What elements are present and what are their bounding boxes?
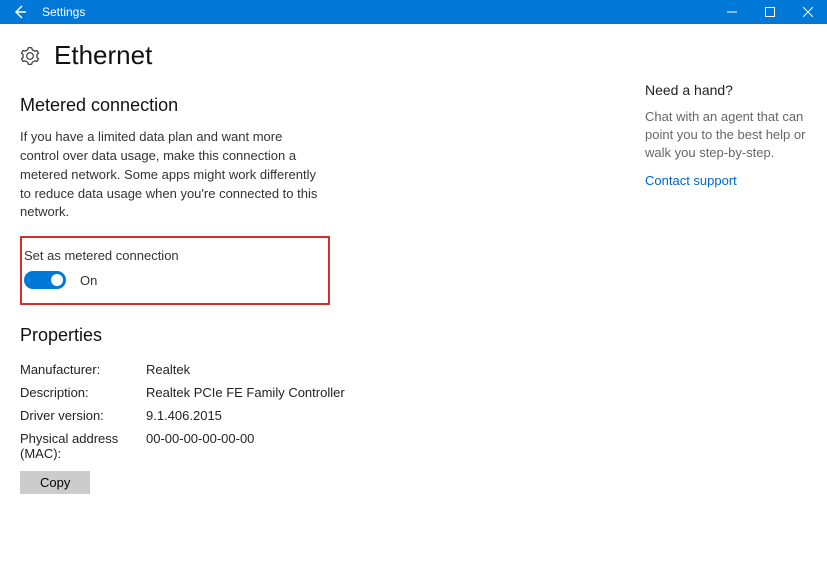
page-header: Ethernet [20,40,625,71]
property-value: 00-00-00-00-00-00 [146,431,254,461]
property-key: Description: [20,385,146,400]
metered-toggle-state: On [80,273,97,288]
minimize-icon [727,7,737,17]
property-row: Driver version: 9.1.406.2015 [20,404,625,427]
gear-icon [20,46,40,66]
page-body: Ethernet Metered connection If you have … [0,24,827,514]
help-body: Chat with an agent that can point you to… [645,108,807,163]
metered-toggle-row: On [24,271,318,289]
maximize-icon [765,7,775,17]
property-value: 9.1.406.2015 [146,408,222,423]
title-bar: Settings [0,0,827,24]
back-button[interactable] [0,0,40,24]
metered-section: Metered connection If you have a limited… [20,95,625,305]
property-row: Physical address (MAC): 00-00-00-00-00-0… [20,427,625,465]
property-key: Manufacturer: [20,362,146,377]
property-key: Physical address (MAC): [20,431,146,461]
property-value: Realtek [146,362,190,377]
metered-toggle[interactable] [24,271,66,289]
properties-section: Properties Manufacturer: Realtek Descrip… [20,325,625,494]
window-title: Settings [40,5,85,19]
property-value: Realtek PCIe FE Family Controller [146,385,345,400]
window-controls [713,0,827,24]
property-row: Manufacturer: Realtek [20,358,625,381]
help-heading: Need a hand? [645,82,807,98]
help-column: Need a hand? Chat with an agent that can… [625,34,807,494]
close-button[interactable] [789,0,827,24]
toggle-knob-icon [51,274,63,286]
property-key: Driver version: [20,408,146,423]
maximize-button[interactable] [751,0,789,24]
properties-heading: Properties [20,325,625,346]
metered-toggle-label: Set as metered connection [24,248,318,263]
page-title: Ethernet [54,40,152,71]
metered-heading: Metered connection [20,95,625,116]
back-arrow-icon [12,4,28,20]
metered-description: If you have a limited data plan and want… [20,128,320,222]
metered-highlight-box: Set as metered connection On [20,236,330,305]
copy-button[interactable]: Copy [20,471,90,494]
minimize-button[interactable] [713,0,751,24]
property-row: Description: Realtek PCIe FE Family Cont… [20,381,625,404]
contact-support-link[interactable]: Contact support [645,173,807,188]
main-column: Ethernet Metered connection If you have … [20,34,625,494]
close-icon [803,7,813,17]
